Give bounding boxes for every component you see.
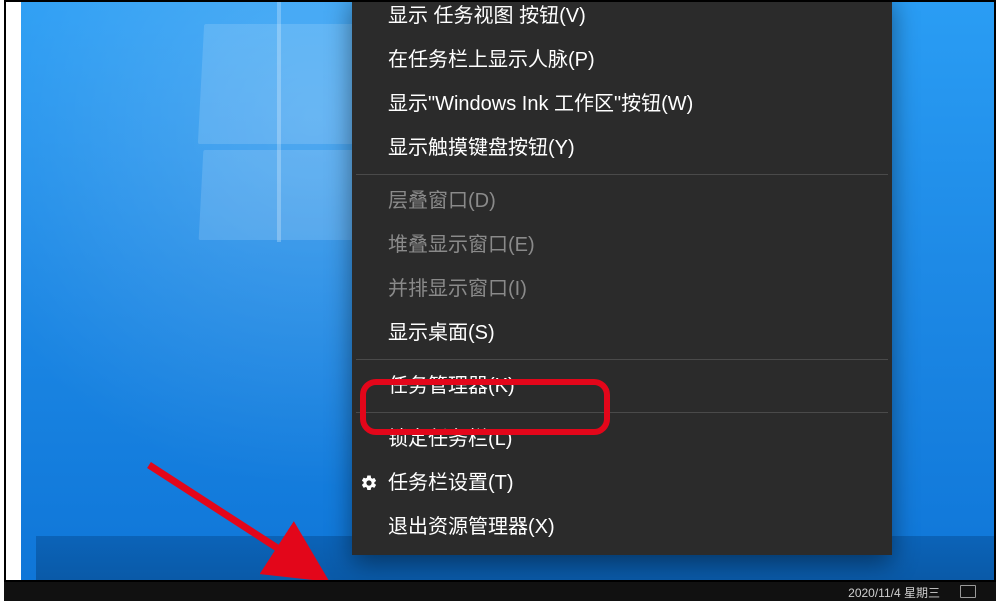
menu-item-label: 任务管理器(K)	[388, 375, 515, 397]
menu-separator	[356, 174, 888, 175]
menu-item-show-ink-workspace[interactable]: 显示"Windows Ink 工作区"按钮(W)	[352, 82, 892, 126]
menu-item-show-desktop[interactable]: 显示桌面(S)	[352, 311, 892, 355]
menu-item-lock-taskbar[interactable]: 锁定任务栏(L)	[352, 417, 892, 461]
menu-separator	[356, 359, 888, 360]
menu-item-show-task-view[interactable]: 显示 任务视图 按钮(V)	[352, 0, 892, 38]
menu-item-label: 退出资源管理器(X)	[388, 516, 555, 538]
menu-separator	[356, 412, 888, 413]
screenshot-frame: 显示 任务视图 按钮(V) 在任务栏上显示人脉(P) 显示"Windows Ink …	[4, 0, 996, 582]
menu-item-label: 显示触摸键盘按钮(Y)	[388, 137, 575, 159]
tray-icon	[960, 585, 976, 598]
menu-item-exit-explorer[interactable]: 退出资源管理器(X)	[352, 505, 892, 549]
canvas: 显示 任务视图 按钮(V) 在任务栏上显示人脉(P) 显示"Windows Ink …	[0, 0, 1000, 601]
menu-item-side-by-side-windows: 并排显示窗口(I)	[352, 267, 892, 311]
menu-item-label: 显示桌面(S)	[388, 322, 495, 344]
menu-item-taskbar-settings[interactable]: 任务栏设置(T)	[352, 461, 892, 505]
menu-item-label: 并排显示窗口(I)	[388, 278, 527, 300]
menu-item-label: 层叠窗口(D)	[388, 190, 496, 212]
menu-item-task-manager[interactable]: 任务管理器(K)	[352, 364, 892, 408]
left-gutter	[6, 2, 21, 580]
gear-icon	[360, 474, 378, 492]
tray-datetime: 2020/11/4 星期三	[848, 584, 940, 601]
light-beam	[277, 2, 281, 242]
menu-item-label: 显示"Windows Ink 工作区"按钮(W)	[388, 93, 693, 115]
menu-item-label: 任务栏设置(T)	[388, 472, 514, 494]
menu-item-label: 锁定任务栏(L)	[388, 428, 512, 450]
menu-item-show-touch-keyboard[interactable]: 显示触摸键盘按钮(Y)	[352, 126, 892, 170]
taskbar-context-menu: 显示 任务视图 按钮(V) 在任务栏上显示人脉(P) 显示"Windows Ink …	[352, 0, 892, 555]
menu-item-cascade-windows: 层叠窗口(D)	[352, 179, 892, 223]
menu-item-stack-windows: 堆叠显示窗口(E)	[352, 223, 892, 267]
menu-item-label: 堆叠显示窗口(E)	[388, 234, 535, 256]
menu-item-label: 显示 任务视图 按钮(V)	[388, 5, 586, 27]
window-status-bar: 2020/11/4 星期三	[4, 582, 996, 601]
menu-item-show-people[interactable]: 在任务栏上显示人脉(P)	[352, 38, 892, 82]
menu-item-label: 在任务栏上显示人脉(P)	[388, 49, 595, 71]
